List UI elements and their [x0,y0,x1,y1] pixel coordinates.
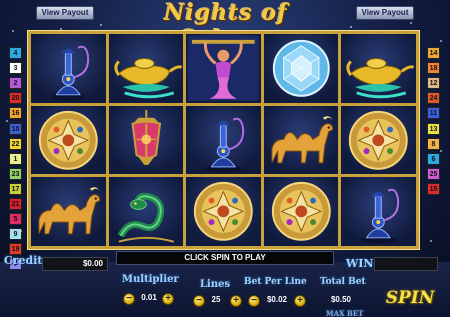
sky-star [410,22,412,24]
payline-marker[interactable]: 22 [9,137,22,150]
payline-marker[interactable]: 23 [9,167,22,180]
reel-symbol-lamp [341,34,416,103]
win-value [374,257,438,271]
sky-star [430,240,432,242]
payline-marker[interactable]: 18 [427,62,440,75]
lines-label: Lines [200,279,231,290]
bet-per-line-value: $0.02 [266,295,288,304]
view-payout-left-button[interactable]: View Payout [36,6,94,20]
sky-star [20,230,22,232]
sky-star [440,150,442,152]
payline-marker[interactable]: 16 [9,107,22,120]
bet-per-line-label: Bet Per Line [244,277,307,287]
payline-marker[interactable]: 25 [427,167,440,180]
status-message: CLICK SPIN TO PLAY [116,251,334,265]
payline-marker[interactable]: 3 [9,62,22,75]
reel-symbol-diamond [263,34,339,103]
reel-symbol-camel [263,105,339,175]
payline-marker[interactable]: 11 [427,107,440,120]
multiplier-decrease-button[interactable]: − [123,293,135,305]
payline-marker[interactable]: 2 [9,77,22,90]
game-stage: View Payout Nights of Sahara View Payout [0,0,450,317]
lines-value: 25 [211,295,221,304]
credits-value: $0.00 [42,257,108,271]
multiplier-value: 0.01 [141,293,157,302]
sky-star [12,30,14,32]
payline-marker[interactable]: 24 [427,92,440,105]
bet-increase-button[interactable]: + [294,295,306,307]
payline-marker[interactable]: 13 [427,122,440,135]
reel-symbol-genie [186,34,261,103]
game-title: Nights of Sahara [164,0,288,52]
payline-marker[interactable]: 1 [9,152,22,165]
reel-symbol-hookah [31,34,106,103]
reel-symbol-sun-gem [31,105,106,175]
sky-star [6,120,8,122]
payline-marker[interactable]: 21 [9,198,22,210]
max-bet-button[interactable]: MAX BET [326,309,364,317]
payline-marker[interactable]: 14 [427,47,440,59]
payline-marker[interactable]: 10 [9,122,22,135]
payline-marker[interactable]: 17 [9,182,22,195]
lines-decrease-button[interactable]: − [193,295,205,307]
win-label: WIN [346,257,374,270]
payline-marker[interactable]: 5 [9,213,22,226]
payline-marker[interactable]: 12 [427,77,440,90]
payline-marker[interactable]: 15 [427,182,440,195]
spin-button[interactable]: SPIN [384,288,436,310]
payline-marker[interactable]: 4 [9,47,22,59]
payline-marker[interactable]: 8 [427,137,440,150]
reel-symbol-camel [31,177,106,246]
reel-symbol-cobra [108,177,184,246]
reel-symbol-lamp [108,34,184,103]
reel-grid [31,34,416,246]
total-bet-value: $0.50 [330,295,352,304]
reel-symbol-hookah [341,177,416,246]
sky-star [440,40,442,42]
reel-symbol-sun-gem [341,105,416,175]
lines-increase-button[interactable]: + [230,295,242,307]
reel-symbol-sun-gem [263,177,339,246]
bet-decrease-button[interactable]: − [248,295,260,307]
total-bet-label: Total Bet [320,277,366,287]
reel-symbol-hookah [186,105,261,175]
payline-marker[interactable]: 6 [427,152,440,165]
sky-star [350,26,352,28]
multiplier-increase-button[interactable]: + [162,293,174,305]
payline-marker[interactable]: 20 [9,92,22,105]
sky-star [60,28,62,30]
sky-star [100,24,102,26]
view-payout-right-button[interactable]: View Payout [356,6,414,20]
multiplier-label: Multiplier [122,274,179,285]
reel-symbol-sun-gem [186,177,261,246]
reel-symbol-lantern [108,105,184,175]
